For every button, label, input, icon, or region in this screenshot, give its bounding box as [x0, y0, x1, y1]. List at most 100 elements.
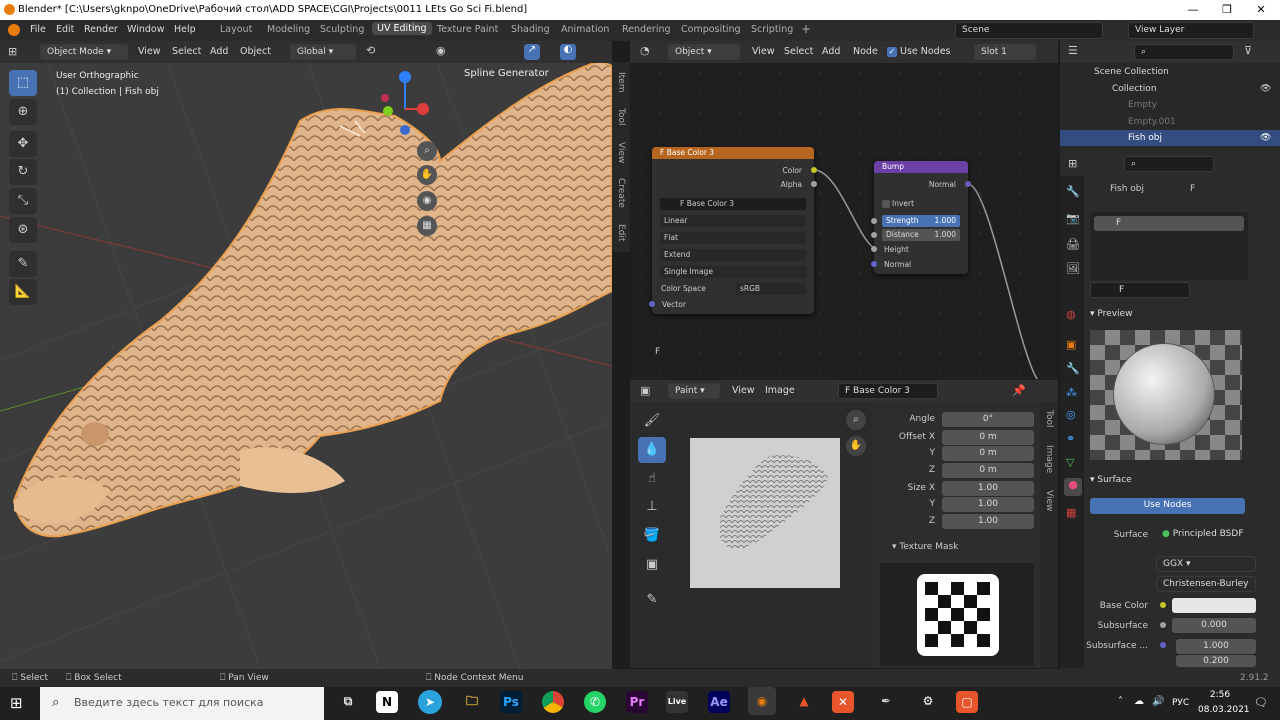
menu-window[interactable]: Window — [127, 24, 164, 35]
snap-icon[interactable]: ⟲ — [366, 44, 375, 57]
bump-node[interactable]: Bump Normal Invert Strength 1.000 Distanc… — [871, 161, 971, 274]
subsurface-field[interactable]: 0.000 — [1172, 618, 1256, 633]
notion-icon[interactable]: N — [376, 691, 398, 713]
texture-mask-panel-header[interactable]: ▾ Texture Mask — [892, 542, 958, 552]
image-datablock-selector[interactable]: F Base Color 3 — [838, 383, 938, 399]
object-tab-icon[interactable]: ▣ — [1066, 338, 1076, 351]
use-nodes-checkbox[interactable]: ✓ — [887, 47, 897, 57]
base-color-swatch[interactable] — [1172, 598, 1256, 613]
tab-item[interactable]: Item — [616, 72, 626, 93]
subsurface-radius-x[interactable]: 1.000 — [1176, 639, 1256, 654]
outliner-item-fish-obj[interactable]: Fish obj 👁 — [1060, 130, 1280, 146]
smear-brush-tool[interactable]: ☝ — [638, 466, 666, 492]
photoshop-icon[interactable]: Ps — [500, 691, 522, 713]
outliner-type-icon[interactable]: ☰ — [1068, 44, 1078, 57]
app-red-icon[interactable]: ▲ — [790, 687, 818, 715]
subsurface-radius-y[interactable]: 0.200 — [1176, 655, 1256, 667]
image-texture-node[interactable]: F Base Color 3 Color Alpha F Base Color … — [649, 147, 817, 314]
minimize-button[interactable]: — — [1176, 0, 1210, 20]
viewport-menu-add[interactable]: Add — [210, 46, 228, 57]
image-datablock-field[interactable]: F Base Color 3 — [660, 198, 806, 210]
color-space-dropdown[interactable]: sRGB — [736, 283, 806, 295]
tab-layout[interactable]: Layout — [220, 24, 252, 35]
tab-modeling[interactable]: Modeling — [267, 24, 310, 35]
camera-view-icon[interactable]: ◉ — [417, 191, 437, 211]
ortho-grid-icon[interactable]: ▦ — [417, 216, 437, 236]
image-node-header[interactable]: F Base Color 3 — [652, 147, 814, 159]
clock-time[interactable]: 2:56 — [1200, 690, 1240, 700]
tray-chevron-up-icon[interactable]: ˄ — [1118, 696, 1123, 707]
measure-tool[interactable]: 📐 — [9, 279, 37, 305]
app-orange-square-icon[interactable]: ▢ — [956, 691, 978, 713]
image-tab-tool[interactable]: Tool — [1044, 410, 1054, 427]
material-datablock-field[interactable]: F — [1090, 282, 1190, 298]
distribution-dropdown[interactable]: GGX ▾ — [1156, 556, 1256, 572]
outliner-item-empty-001[interactable]: Empty.001 — [1060, 114, 1280, 130]
image-menu-image[interactable]: Image — [765, 385, 795, 396]
pan-hand-icon[interactable]: ✋ — [417, 165, 437, 185]
after-effects-icon[interactable]: Ae — [708, 691, 730, 713]
mode-dropdown[interactable]: Object Mode ▾ — [40, 44, 128, 60]
size-y-field[interactable]: 1.00 — [942, 497, 1034, 512]
close-button[interactable]: ✕ — [1244, 0, 1278, 20]
extension-dropdown[interactable]: Extend — [660, 249, 806, 261]
node-editor-type-icon[interactable]: ◔ — [640, 44, 650, 57]
tray-onedrive-icon[interactable]: ☁ — [1134, 696, 1144, 707]
alpha-output-socket[interactable] — [811, 181, 817, 187]
image-tab-view[interactable]: View — [1044, 490, 1054, 511]
menu-file[interactable]: File — [30, 24, 46, 35]
offset-x-field[interactable]: 0 m — [942, 430, 1034, 445]
strength-input-socket[interactable] — [871, 218, 877, 224]
overlay-toggle-icon[interactable]: ◐ — [560, 44, 576, 60]
tool-tab-icon[interactable]: 🔧 — [1066, 185, 1080, 198]
transform-orientation-dropdown[interactable]: Global ▾ — [290, 44, 356, 60]
editor-type-icon[interactable]: ⊞ — [8, 45, 17, 58]
tab-tool[interactable]: Tool — [616, 108, 626, 125]
base-color-socket-icon[interactable] — [1160, 602, 1166, 608]
tab-texture-paint[interactable]: Texture Paint — [437, 24, 498, 35]
tab-edit[interactable]: Edit — [616, 224, 626, 241]
chrome-icon[interactable] — [542, 691, 564, 713]
zoom-icon[interactable]: ⌕ — [417, 141, 437, 161]
cursor-tool[interactable]: ⊕ — [9, 99, 37, 125]
outliner-scene-collection[interactable]: Scene Collection — [1060, 64, 1280, 80]
transform-tool[interactable]: ⊛ — [9, 217, 37, 243]
mask-brush-tool[interactable]: ▣ — [638, 552, 666, 578]
app-feather-icon[interactable]: ✒ — [872, 687, 900, 715]
taskbar-search-box[interactable]: ⌕ Введите здесь текст для поиска — [40, 687, 324, 720]
pin-icon[interactable]: 📌 — [1012, 384, 1026, 397]
subsurface-radius-socket-icon[interactable] — [1160, 642, 1166, 648]
viewport-menu-view[interactable]: View — [138, 46, 161, 57]
tab-shading[interactable]: Shading — [511, 24, 550, 35]
move-tool[interactable]: ✥ — [9, 131, 37, 157]
menu-render[interactable]: Render — [84, 24, 118, 35]
node-menu-view[interactable]: View — [752, 46, 775, 57]
live-app-icon[interactable]: Live — [666, 691, 688, 713]
navigation-gizmo[interactable] — [378, 69, 438, 139]
color-output-socket[interactable] — [811, 167, 817, 173]
select-box-tool[interactable]: ⬚ — [9, 70, 37, 96]
viewport-menu-object[interactable]: Object — [240, 46, 271, 57]
slot-dropdown[interactable]: Slot 1 — [974, 44, 1036, 60]
interpolation-dropdown[interactable]: Linear — [660, 215, 806, 227]
surface-shader-field[interactable]: ● Principled BSDF — [1156, 527, 1256, 543]
texture-mask-preview[interactable] — [880, 563, 1034, 666]
clone-brush-tool[interactable]: ⊥ — [638, 494, 666, 520]
3d-viewport[interactable]: User Orthographic (1) Collection | Fish … — [0, 41, 612, 669]
physics-tab-icon[interactable]: ◎ — [1066, 408, 1076, 421]
projection-dropdown[interactable]: Flat — [660, 232, 806, 244]
rotate-tool[interactable]: ↻ — [9, 159, 37, 185]
size-x-field[interactable]: 1.00 — [942, 481, 1034, 496]
proportional-edit-icon[interactable]: ◉ — [436, 44, 446, 57]
blender-menu-icon[interactable] — [8, 24, 20, 36]
outliner-search-input[interactable]: ⌕ — [1134, 44, 1234, 60]
menu-edit[interactable]: Edit — [56, 24, 74, 35]
source-dropdown[interactable]: Single Image — [660, 266, 806, 278]
scale-tool[interactable]: ⤡ — [9, 188, 37, 214]
strength-slider[interactable]: Strength 1.000 — [882, 215, 960, 227]
use-nodes-button[interactable]: Use Nodes — [1090, 498, 1245, 514]
texture-tab-icon[interactable]: ▦ — [1066, 506, 1076, 519]
viewport-menu-select[interactable]: Select — [172, 46, 201, 57]
annotate-brush-tool[interactable]: ✎ — [638, 587, 666, 613]
bump-node-header[interactable]: Bump — [874, 161, 968, 173]
